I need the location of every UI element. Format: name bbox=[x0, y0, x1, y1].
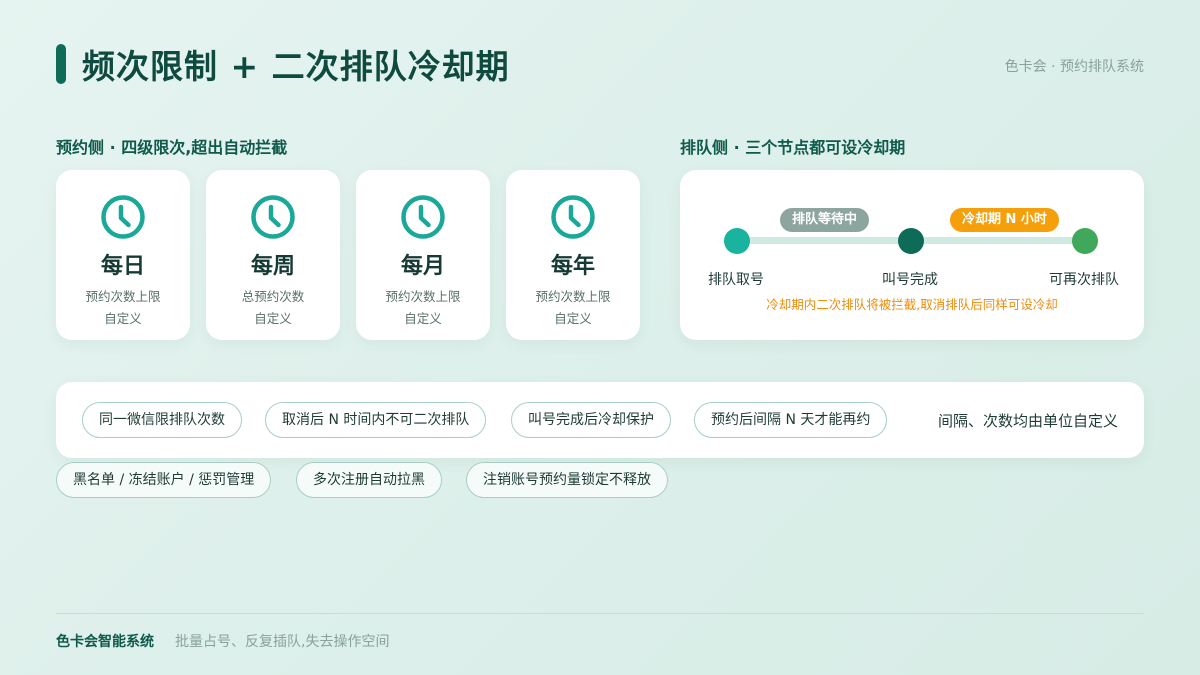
card-desc: 总预约次数 bbox=[241, 289, 305, 304]
footer-brand: 色卡会智能系统 bbox=[56, 634, 154, 650]
queue-timeline-card: 排队等待中 冷却期 N 小时 排队取号 叫号完成 可再次排队 冷却期内二次排队将… bbox=[680, 170, 1144, 340]
footer-divider bbox=[56, 613, 1144, 614]
card-title: 每周 bbox=[250, 254, 295, 279]
card-desc: 预约次数上限 bbox=[535, 289, 611, 304]
features-note: 间隔、次数均由单位自定义 bbox=[937, 412, 1118, 430]
feature-chip: 同一微信限排队次数 bbox=[82, 402, 242, 438]
features-card: 同一微信限排队次数 取消后 N 时间内不可二次排队 叫号完成后冷却保护 预约后间… bbox=[56, 382, 1144, 458]
clock-icon bbox=[251, 195, 295, 239]
title-accent-bar bbox=[56, 44, 66, 84]
feature-chip: 注销账号预约量锁定不释放 bbox=[466, 462, 668, 498]
footer-text: 批量占号、反复插队,失去操作空间 bbox=[175, 634, 390, 650]
clock-icon bbox=[401, 195, 445, 239]
card-desc-custom: 自定义 bbox=[404, 311, 442, 326]
feature-chip: 取消后 N 时间内不可二次排队 bbox=[265, 402, 487, 438]
page-title: 频次限制 + 二次排队冷却期 bbox=[82, 47, 510, 86]
booking-section-label: 预约侧 · 四级限次,超出自动拦截 bbox=[56, 138, 288, 157]
booking-limit-cards: 每日 预约次数上限 自定义 每周 总预约次数 自定义 每月 预约次数上限 自定义… bbox=[56, 170, 640, 340]
card-daily: 每日 预约次数上限 自定义 bbox=[56, 170, 190, 340]
cooldown-note: 冷却期内二次排队将被拦截,取消排队后同样可设冷却 bbox=[766, 297, 1058, 312]
feature-chip: 叫号完成后冷却保护 bbox=[511, 402, 671, 438]
feature-chip: 多次注册自动拉黑 bbox=[296, 462, 442, 498]
node-called bbox=[898, 228, 924, 254]
card-title: 每日 bbox=[100, 254, 145, 279]
queue-section-label: 排队侧 · 三个节点都可设冷却期 bbox=[680, 138, 906, 157]
card-monthly: 每月 预约次数上限 自定义 bbox=[356, 170, 490, 340]
card-desc-custom: 自定义 bbox=[104, 311, 142, 326]
card-desc-custom: 自定义 bbox=[554, 311, 592, 326]
tag-cooldown: 冷却期 N 小时 bbox=[950, 208, 1059, 232]
card-weekly: 每周 总预约次数 自定义 bbox=[206, 170, 340, 340]
tag-waiting: 排队等待中 bbox=[780, 208, 870, 232]
clock-icon bbox=[101, 195, 145, 239]
card-desc-custom: 自定义 bbox=[254, 311, 292, 326]
card-title: 每年 bbox=[550, 254, 595, 279]
header-brand: 色卡会 · 预约排队系统 bbox=[1004, 59, 1144, 75]
card-yearly: 每年 预约次数上限 自定义 bbox=[506, 170, 640, 340]
node-label-requeue: 可再次排队 bbox=[1049, 272, 1119, 288]
card-desc: 预约次数上限 bbox=[385, 289, 461, 304]
card-desc: 预约次数上限 bbox=[85, 289, 161, 304]
node-requeue bbox=[1072, 228, 1098, 254]
node-label-called: 叫号完成 bbox=[882, 272, 938, 288]
clock-icon bbox=[551, 195, 595, 239]
node-label-take-number: 排队取号 bbox=[708, 272, 764, 288]
card-title: 每月 bbox=[400, 254, 445, 279]
node-take-number bbox=[724, 228, 750, 254]
feature-chip: 黑名单 / 冻结账户 / 惩罚管理 bbox=[56, 462, 272, 498]
feature-chip: 预约后间隔 N 天才能再约 bbox=[694, 402, 888, 438]
